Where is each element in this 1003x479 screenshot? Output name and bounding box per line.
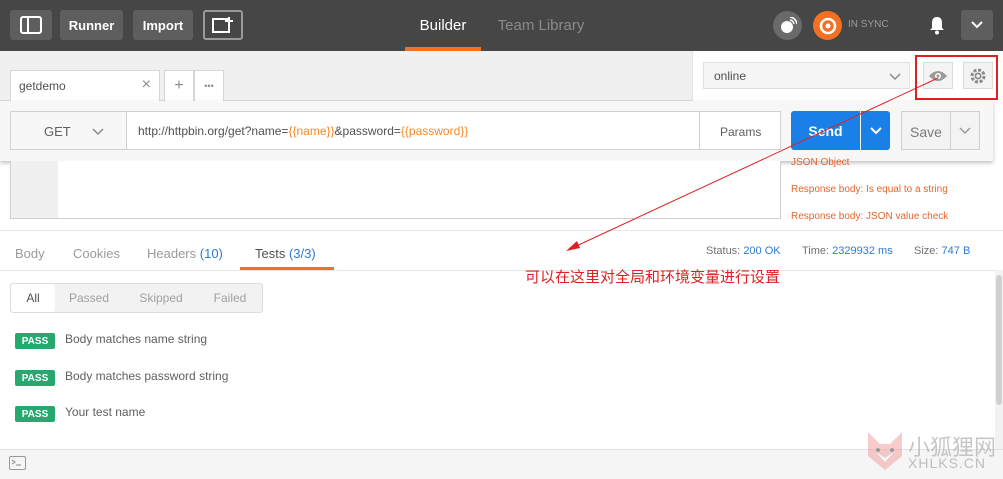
import-button[interactable]: Import xyxy=(133,10,193,40)
save-options-button[interactable] xyxy=(950,111,980,150)
watermark-en: XHLKS.CN xyxy=(908,455,987,471)
send-label: Send xyxy=(808,122,843,139)
snippet-response-body-equal[interactable]: Response body: Is equal to a string xyxy=(791,184,948,195)
chevron-down-icon xyxy=(869,126,882,134)
headers-label: Headers xyxy=(147,246,197,261)
sync-status: IN SYNC xyxy=(848,19,889,30)
sidebar-toggle-button[interactable] xyxy=(10,10,52,40)
url-mid: &password= xyxy=(334,124,401,138)
chevron-down-icon xyxy=(959,126,971,134)
filter-skipped[interactable]: Skipped xyxy=(128,284,194,312)
tab-body[interactable]: Body xyxy=(15,246,45,261)
tests-label: Tests xyxy=(255,246,286,261)
divider xyxy=(0,230,1003,231)
chevron-down-icon xyxy=(971,21,983,29)
save-button[interactable]: Save xyxy=(901,111,951,150)
status-value: 200 OK xyxy=(743,245,781,257)
pass-badge: PASS xyxy=(15,333,55,349)
console-icon xyxy=(11,459,21,466)
environment-select[interactable]: online xyxy=(703,62,910,89)
more-tabs-button[interactable]: ••• xyxy=(194,70,224,101)
add-tab-button[interactable]: + xyxy=(164,70,194,101)
response-status: Status: 200 OK xyxy=(706,245,781,257)
divider xyxy=(0,270,995,271)
save-label: Save xyxy=(910,124,942,140)
status-bar xyxy=(0,449,1003,479)
close-tab-icon[interactable]: × xyxy=(142,76,151,94)
snippet-response-body-json[interactable]: Response body: JSON value check xyxy=(791,211,948,222)
annotation-highlight-box xyxy=(915,55,998,100)
chevron-down-icon xyxy=(92,128,104,136)
environment-selected-value: online xyxy=(714,69,747,83)
filter-all[interactable]: All xyxy=(11,284,55,312)
pass-badge: PASS xyxy=(15,370,55,386)
params-label: Params xyxy=(720,125,762,139)
test-result-name: Body matches name string xyxy=(65,332,208,346)
request-tab-label: getdemo xyxy=(19,79,66,93)
tests-editor[interactable] xyxy=(10,161,781,219)
top-toolbar: Runner Import Builder Team Library IN SY… xyxy=(0,0,1003,51)
url-input[interactable]: http://httpbin.org/get?name={{name}}&pas… xyxy=(126,111,700,150)
tab-builder[interactable]: Builder xyxy=(405,0,481,51)
headers-count: (10) xyxy=(199,246,223,261)
sync-button[interactable] xyxy=(813,11,842,40)
new-window-icon xyxy=(212,17,233,33)
annotation-text: 可以在这里对全局和环境变量进行设置 xyxy=(525,269,781,286)
notifications-button[interactable] xyxy=(923,10,951,40)
test-result-name: Your test name xyxy=(65,405,146,419)
filter-passed[interactable]: Passed xyxy=(58,284,120,312)
filter-failed[interactable]: Failed xyxy=(200,284,260,312)
url-prefix: http://httpbin.org/get?name= xyxy=(138,124,289,138)
method-select[interactable]: GET xyxy=(10,111,127,150)
satellite-icon xyxy=(780,16,797,33)
sidebar-icon xyxy=(20,16,42,34)
send-button[interactable]: Send xyxy=(791,111,860,150)
fox-logo-icon xyxy=(868,432,902,470)
user-menu-button[interactable] xyxy=(961,10,993,40)
interceptor-button[interactable] xyxy=(773,11,802,40)
size-value: 747 B xyxy=(941,245,971,257)
bell-icon xyxy=(930,17,944,35)
tab-cookies[interactable]: Cookies xyxy=(73,246,120,261)
url-text: http://httpbin.org/get?name={{name}}&pas… xyxy=(138,124,468,138)
response-time: Time: 2329932 ms xyxy=(802,245,893,257)
url-variable-password: {{password}} xyxy=(400,124,469,138)
scrollbar[interactable] xyxy=(995,270,1003,450)
tab-team-library[interactable]: Team Library xyxy=(491,0,591,51)
pass-badge: PASS xyxy=(15,406,55,422)
time-value: 2329932 ms xyxy=(832,245,893,257)
method-label: GET xyxy=(44,124,71,139)
status-label: Status: xyxy=(706,245,741,257)
tab-tests[interactable]: Tests (3/3) xyxy=(255,246,316,261)
new-window-button[interactable] xyxy=(203,10,243,40)
scrollbar-thumb[interactable] xyxy=(996,275,1002,405)
console-button[interactable] xyxy=(9,456,26,470)
response-size: Size: 747 B xyxy=(914,245,970,257)
editor-gutter xyxy=(11,161,58,218)
runner-button[interactable]: Runner xyxy=(60,10,123,40)
test-result-name: Body matches password string xyxy=(65,369,229,383)
time-label: Time: xyxy=(802,245,830,257)
tests-count: (3/3) xyxy=(288,246,316,261)
tab-headers[interactable]: Headers (10) xyxy=(147,246,223,261)
sync-icon xyxy=(819,17,836,34)
url-variable-name: {{name}} xyxy=(288,124,335,138)
params-button[interactable]: Params xyxy=(699,111,781,150)
snippet-json-object[interactable]: JSON Object xyxy=(791,157,849,168)
send-options-button[interactable] xyxy=(861,111,890,150)
size-label: Size: xyxy=(914,245,939,257)
request-tab-getdemo[interactable]: getdemo × xyxy=(10,70,160,101)
chevron-down-icon xyxy=(889,73,901,81)
